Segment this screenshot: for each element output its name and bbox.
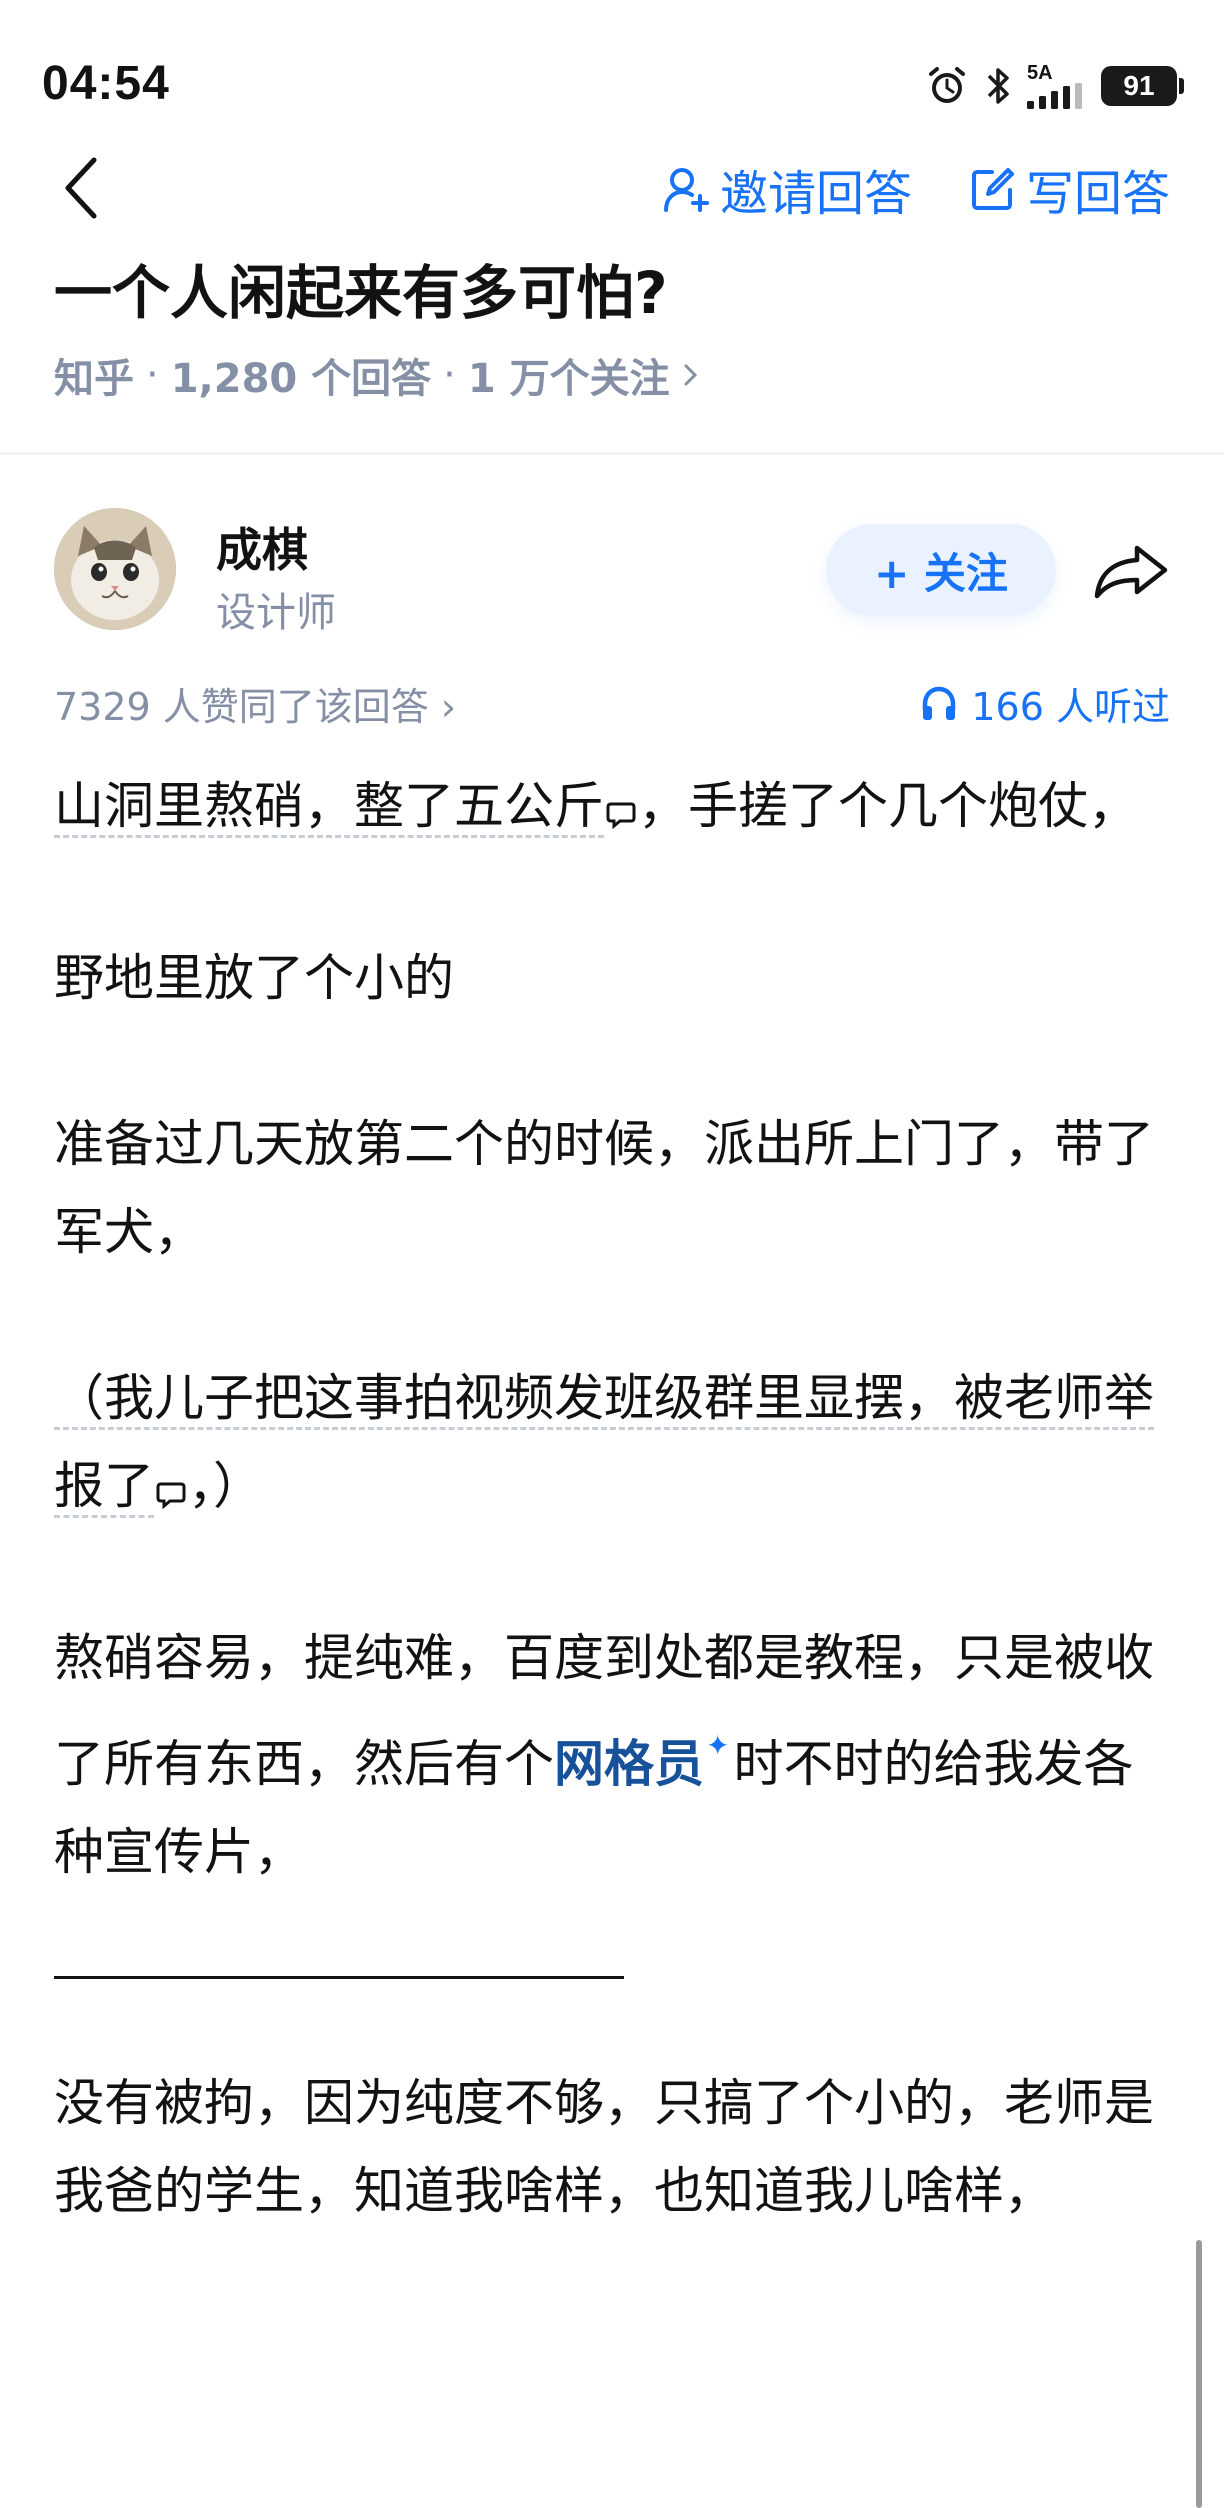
avatar[interactable] bbox=[54, 508, 176, 630]
chevron-left-icon bbox=[65, 157, 97, 219]
bluetooth-icon bbox=[983, 64, 1013, 108]
sparkle-icon: ✦ bbox=[706, 1729, 730, 1762]
status-time: 04:54 bbox=[42, 57, 170, 110]
person-plus-icon bbox=[663, 168, 709, 212]
signal-bars-icon bbox=[1027, 83, 1082, 109]
follow-button[interactable]: + 关注 bbox=[826, 524, 1056, 616]
share-button[interactable] bbox=[1086, 532, 1176, 612]
author-title: 设计师 bbox=[216, 590, 336, 636]
back-button[interactable] bbox=[52, 148, 112, 228]
status-bar: 04:54 5A 91 bbox=[0, 0, 1224, 150]
listen-count-label: 166 人听过 bbox=[971, 685, 1170, 729]
question-title[interactable]: 一个人闲起来有多可怕? bbox=[54, 246, 668, 330]
paragraph: 山洞里熬硝，整了五公斤 ，手搓了个几个炮仗， bbox=[54, 762, 1174, 856]
meta-separator: · bbox=[443, 352, 456, 398]
annotated-text[interactable]: 山洞里熬硝，整了五公斤 bbox=[54, 777, 604, 838]
paragraph: 没有被拘，因为纯度不够，只搞了个小的，老师是我爸的学生，知道我啥样，也知道我儿啥… bbox=[54, 2074, 1154, 2220]
cat-avatar-icon bbox=[54, 508, 176, 630]
vote-count[interactable]: 7329 人赞同了该回答 › bbox=[54, 676, 456, 731]
author-name[interactable]: 成棋 bbox=[216, 514, 308, 580]
paragraph: 野地里放了个小的 bbox=[54, 949, 454, 1007]
answer-count: 1,280 个回答 bbox=[170, 356, 432, 402]
paragraph-text: ，手搓了个几个炮仗， bbox=[638, 777, 1138, 835]
network-type-label: 5A bbox=[1027, 62, 1053, 84]
write-answer-button[interactable]: 写回答 bbox=[968, 154, 1170, 224]
alarm-icon bbox=[925, 64, 969, 108]
write-answer-label: 写回答 bbox=[1025, 166, 1170, 222]
comment-bubble-icon[interactable] bbox=[606, 768, 636, 856]
answer-content: 山洞里熬硝，整了五公斤 ，手搓了个几个炮仗， 野地里放了个小的 准备过几天放第二个… bbox=[54, 762, 1174, 2235]
headphones-icon bbox=[923, 686, 956, 720]
section-divider bbox=[0, 452, 1224, 455]
nav-header: 邀请回答 写回答 bbox=[0, 140, 1224, 240]
meta-separator: · bbox=[146, 352, 159, 398]
invite-answer-label: 邀请回答 bbox=[719, 166, 912, 222]
invite-answer-button[interactable]: 邀请回答 bbox=[662, 154, 912, 224]
paragraph: 熬硝容易，提纯难，百度到处都是教程，只是被收了所有东西，然后有个网格员✦时不时的… bbox=[54, 1614, 1174, 1896]
share-arrow-icon bbox=[1094, 545, 1168, 599]
edit-icon bbox=[971, 168, 1014, 210]
chevron-right-icon bbox=[684, 364, 697, 386]
status-icons: 5A 91 bbox=[925, 62, 1184, 110]
source-label: 知乎 bbox=[54, 356, 134, 402]
paragraph-text: ，） bbox=[188, 1457, 263, 1515]
separator-line bbox=[54, 1976, 624, 1979]
signal-indicator: 5A bbox=[1027, 63, 1087, 109]
keyword-link[interactable]: 网格员 bbox=[554, 1735, 704, 1793]
battery-icon: 91 bbox=[1101, 66, 1184, 106]
comment-bubble-icon[interactable] bbox=[156, 1448, 186, 1536]
listen-count[interactable]: 166 人听过 bbox=[919, 676, 1170, 731]
paragraph: （我儿子把这事拍视频发班级群里显摆，被老师举报了，） bbox=[54, 1354, 1174, 1536]
follower-count: 1 万个关注 bbox=[467, 356, 670, 402]
question-meta[interactable]: 知乎 · 1,280 个回答 · 1 万个关注 bbox=[54, 346, 700, 404]
scrollbar[interactable] bbox=[1196, 2240, 1202, 2508]
battery-level: 91 bbox=[1101, 66, 1177, 106]
paragraph: 准备过几天放第二个的时候，派出所上门了，带了军犬， bbox=[54, 1115, 1154, 1261]
